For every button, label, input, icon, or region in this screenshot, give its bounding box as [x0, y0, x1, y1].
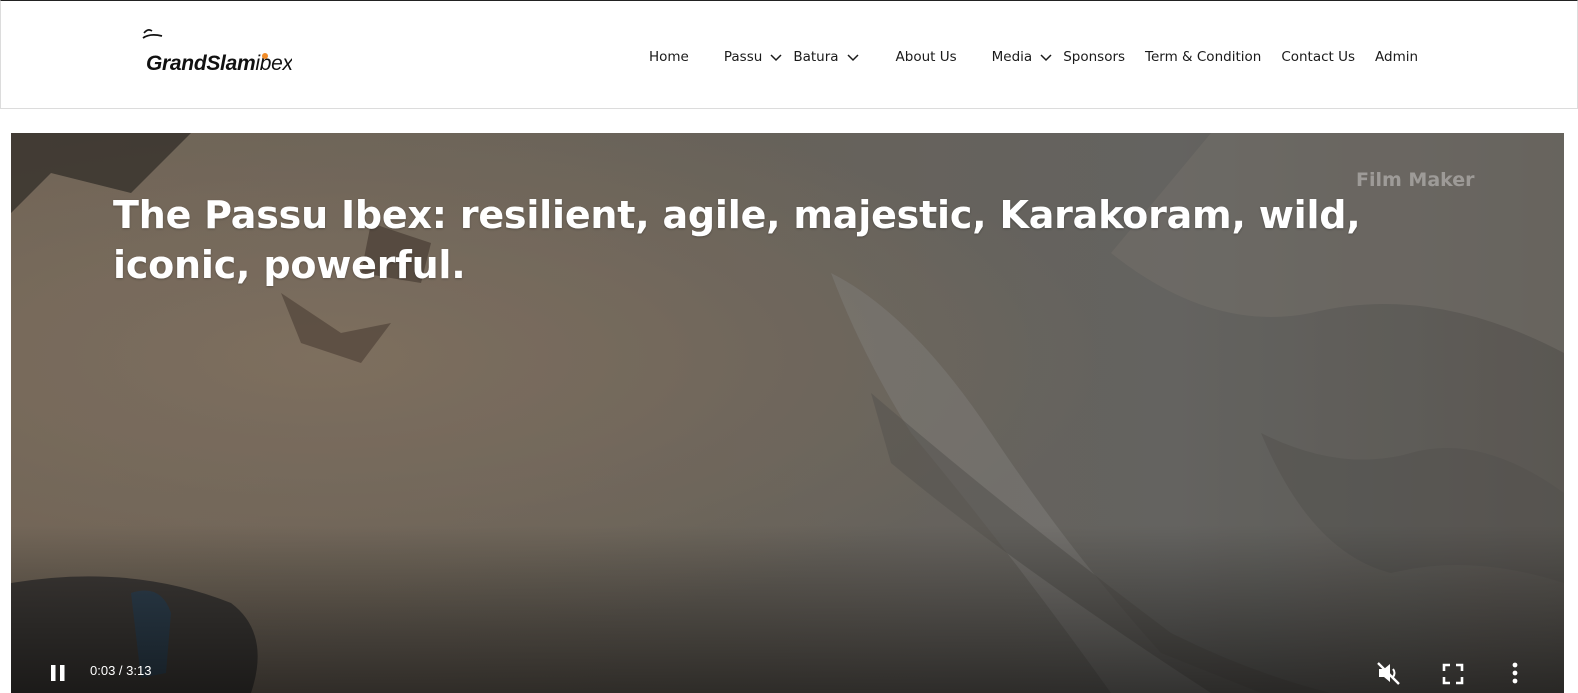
chevron-down-icon — [770, 54, 782, 62]
nav-item-home[interactable]: Home — [649, 49, 689, 65]
site-header: GrandSlamibex Home Passu Batura About Us Med… — [0, 0, 1578, 109]
nav-item-sponsors[interactable]: Sponsors — [1063, 49, 1125, 65]
nav-item-admin[interactable]: Admin — [1375, 49, 1418, 65]
nav-item-label: Batura — [793, 49, 839, 65]
nav-item-label: Home — [649, 49, 689, 65]
nav-item-media[interactable]: Media — [992, 49, 1055, 65]
chevron-down-icon — [847, 54, 859, 62]
nav-item-label: Term & Condition — [1145, 49, 1262, 65]
logo-accent-dot — [262, 53, 268, 59]
nav-item-passu[interactable]: Passu — [724, 49, 784, 65]
more-options-icon[interactable] — [1506, 661, 1524, 687]
site-logo[interactable]: GrandSlamibex — [142, 27, 302, 77]
nav-item-label: Media — [991, 49, 1033, 65]
nav-item-batura[interactable]: Batura — [793, 49, 860, 65]
pause-icon[interactable] — [49, 663, 67, 683]
nav-item-label: About Us — [895, 49, 957, 65]
nav-item-term-condition[interactable]: Term & Condition — [1145, 49, 1261, 65]
hero-title: The Passu Ibex: resilient, agile, majest… — [113, 193, 1361, 287]
nav-item-about-us[interactable]: About Us — [896, 49, 957, 65]
nav-item-label: Passu — [723, 49, 763, 65]
nav-item-label: Sponsors — [1063, 49, 1126, 65]
main-navigation: Home Passu Batura About Us Media Sponsors Term… — [649, 47, 1418, 67]
fullscreen-icon[interactable] — [1441, 662, 1465, 686]
nav-item-contact-us[interactable]: Contact Us — [1281, 49, 1355, 65]
nav-item-label: Admin — [1375, 49, 1419, 65]
chevron-down-icon — [1040, 54, 1052, 62]
nav-item-label: Contact Us — [1281, 49, 1356, 65]
hero-video[interactable]: Film Maker The Passu Ibex: resilient, ag… — [11, 133, 1564, 693]
ibex-horns-icon — [142, 29, 163, 39]
mute-icon[interactable] — [1375, 660, 1403, 686]
video-watermark: Film Maker — [1356, 169, 1475, 191]
video-time-display: 0:03 / 3:13 — [90, 663, 152, 678]
logo-wordmark: GrandSlamibex — [146, 52, 292, 75]
